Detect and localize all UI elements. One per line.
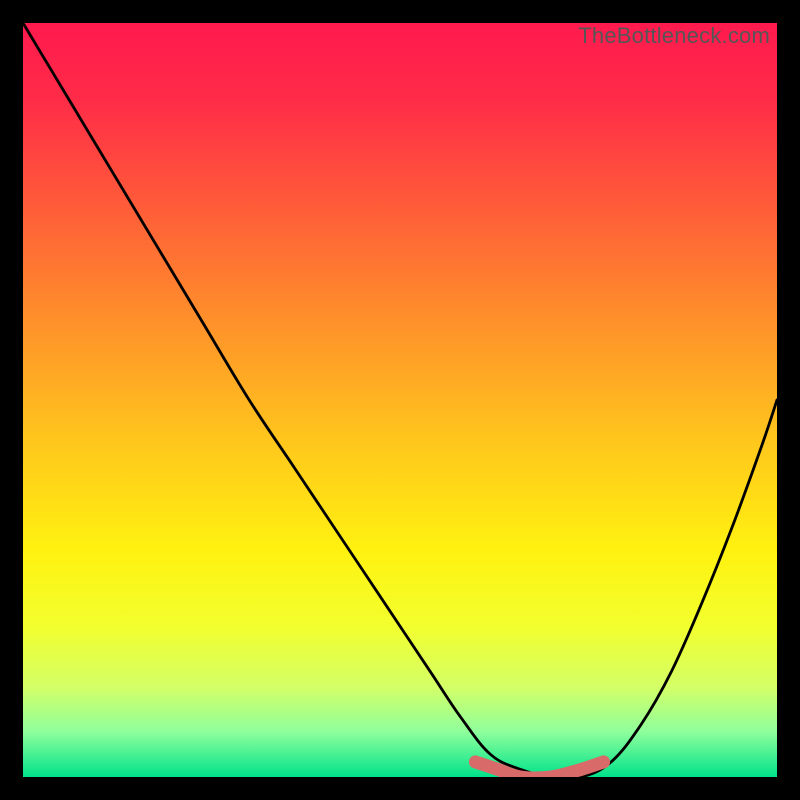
bottleneck-curve <box>23 23 777 777</box>
highlight-band <box>475 762 603 777</box>
watermark-text: TheBottleneck.com <box>578 23 770 49</box>
chart-curves <box>23 23 777 777</box>
chart-frame: TheBottleneck.com <box>0 0 800 800</box>
plot-area: TheBottleneck.com <box>23 23 777 777</box>
